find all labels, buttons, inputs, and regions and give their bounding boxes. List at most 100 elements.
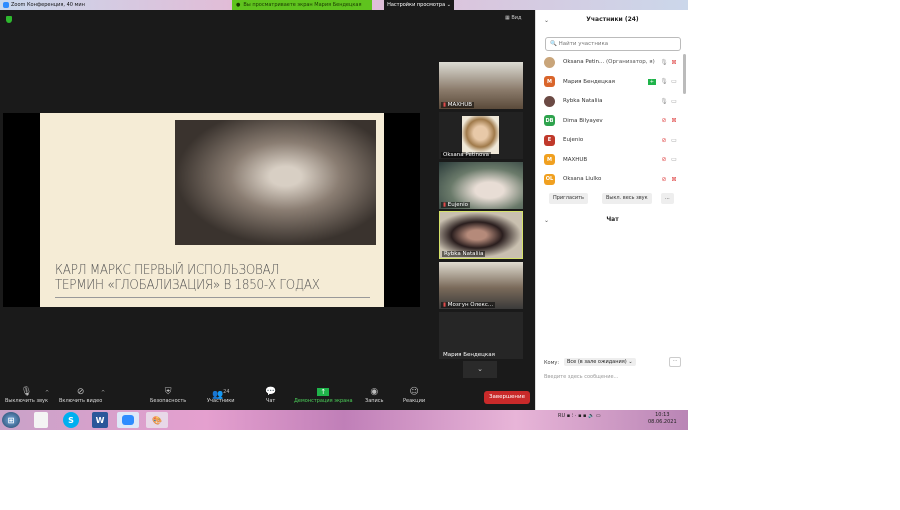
camera-off-icon[interactable]: ⊠ <box>669 176 679 183</box>
sharing-banner-text: Вы просматриваете экран Мария Бендецкая <box>243 2 362 8</box>
mute-button[interactable]: 🎙 Выключить звук <box>5 387 48 404</box>
file-icon[interactable] <box>34 412 48 428</box>
share-screen-icon: ↑ <box>294 387 353 398</box>
view-options-button[interactable]: Настройки просмотра ⌄ <box>384 0 454 10</box>
microphone-icon: 🎙 <box>20 387 33 397</box>
participant-photo <box>462 116 499 154</box>
participant-name: Oksana Petin... (Организатор, я) <box>563 59 655 65</box>
mute-all-button[interactable]: Выкл. весь звук <box>602 193 652 204</box>
video-options-caret[interactable]: ^ <box>101 390 105 396</box>
camera-icon[interactable]: ▭ <box>669 137 679 144</box>
thumbnail-name: Oksana Petinova <box>441 152 492 158</box>
zoom-taskbar-icon[interactable] <box>117 412 139 428</box>
participant-name: MAXHUB <box>563 156 588 163</box>
zoom-icon <box>3 2 9 8</box>
end-meeting-button[interactable]: Завершение <box>484 391 530 404</box>
participants-scrollbar[interactable] <box>683 54 686 94</box>
view-button[interactable]: ▦ Вид <box>505 15 521 21</box>
video-thumbnail[interactable]: ▮ Eujenio <box>439 162 523 209</box>
shield-small-icon: ● <box>236 2 241 8</box>
clock-date: 08.06.2021 <box>648 419 677 425</box>
encryption-shield-icon[interactable] <box>6 16 12 23</box>
participant-row[interactable]: OL Oksana Liulko ⊘ ⊠ <box>544 172 679 186</box>
camera-icon[interactable]: ▭ <box>669 78 679 85</box>
video-thumbnail-active-speaker[interactable]: Rybka Nataliia <box>439 211 523 259</box>
record-button[interactable]: ◉ Запись <box>365 387 383 404</box>
start-button-icon[interactable]: ⊞ <box>2 412 20 428</box>
sharing-screen-icon: + <box>647 78 656 85</box>
microphone-icon[interactable]: 🎙 <box>659 59 669 66</box>
video-thumbnail[interactable]: ▮ Мозгун Олекс... <box>439 262 523 309</box>
share-label: Демонстрация экрана <box>294 398 353 404</box>
microphone-muted-icon[interactable]: ⊘ <box>659 156 669 163</box>
microphone-icon[interactable]: 🎙 <box>659 78 669 85</box>
window-title: Zoom Конференция, 40 мин <box>11 2 85 8</box>
clock-time: 10:13 <box>655 412 670 418</box>
record-label: Запись <box>365 398 384 404</box>
chat-label: Чат <box>265 398 276 404</box>
camera-icon[interactable]: ▭ <box>669 98 679 105</box>
share-screen-button[interactable]: ↑ Демонстрация экрана <box>294 387 353 404</box>
chat-recipient-select[interactable]: Все (в зале ожидания) ⌄ <box>564 358 636 366</box>
participant-row[interactable]: Oksana Petin... (Организатор, я) 🎙 ⊠ <box>544 55 679 69</box>
security-label: Безопасность <box>150 398 187 404</box>
search-participant-input[interactable]: 🔍 Найти участника <box>545 37 681 51</box>
avatar: OL <box>544 173 555 185</box>
participant-row[interactable]: E Eujenio ⊘ ▭ <box>544 133 679 147</box>
participant-row[interactable]: M Мария Бендецкая + 🎙 ▭ <box>544 75 679 89</box>
slide-title: КАРЛ МАРКС ПЕРВЫЙ ИСПОЛЬЗОВАЛ ТЕРМИН «ГЛО… <box>55 263 349 293</box>
chat-to-label: Кому: <box>544 360 560 366</box>
video-thumbnail[interactable]: Мария Бендецкая <box>439 312 523 359</box>
microphone-muted-icon[interactable]: ⊘ <box>659 176 669 183</box>
microphone-muted-icon[interactable]: ⊘ <box>659 137 669 144</box>
scroll-down-chevron-icon[interactable]: ⌄ <box>463 361 497 378</box>
mute-label: Выключить звук <box>5 398 49 404</box>
skype-icon[interactable]: S <box>63 412 79 428</box>
invite-button[interactable]: Пригласить <box>549 193 588 204</box>
video-label: Включить видео <box>59 398 103 404</box>
paint-icon[interactable]: 🎨 <box>146 412 168 428</box>
video-off-icon: ⊘ <box>76 387 85 397</box>
language-indicator[interactable]: RU <box>558 413 565 419</box>
start-video-button[interactable]: ⊘ Включить видео <box>59 387 102 404</box>
avatar: M <box>544 76 555 87</box>
participant-name: Oksana Liulko <box>563 176 602 182</box>
search-placeholder: Найти участника <box>558 41 609 47</box>
participants-button[interactable]: 👥24 Участники <box>207 387 235 404</box>
participant-name: Dima Bilyayev <box>563 117 603 124</box>
microphone-icon[interactable]: 🎙 <box>659 98 669 105</box>
participant-row[interactable]: DB Dima Bilyayev ⊘ ⊠ <box>544 114 679 128</box>
camera-off-icon[interactable]: ⊠ <box>669 59 679 66</box>
reactions-label: Реакции <box>403 398 426 404</box>
avatar <box>544 95 555 107</box>
avatar: M <box>544 154 555 165</box>
avatar <box>544 56 555 68</box>
word-icon[interactable]: W <box>92 412 108 428</box>
reactions-button[interactable]: ☺ Реакции <box>403 387 425 404</box>
chat-icon: 💬 <box>265 387 277 397</box>
thumbnail-name: ▮ Eujenio <box>441 202 471 208</box>
chat-more-button[interactable]: ··· <box>669 357 681 367</box>
participant-row[interactable]: M MAXHUB ⊘ ▭ <box>544 153 679 167</box>
participants-panel: ⌄ Участники (24) 🔍 Найти участника Oksan… <box>535 10 688 410</box>
participant-row[interactable]: Rybka Nataliia 🎙 ▭ <box>544 94 679 108</box>
reaction-smiley-icon: ☺ <box>409 387 419 397</box>
video-thumbnail[interactable]: ▮ MAXHUB <box>439 62 523 109</box>
participant-name: Eujenio <box>563 137 584 143</box>
camera-off-icon[interactable]: ⊠ <box>669 117 679 124</box>
slide-underline <box>55 297 370 298</box>
microphone-muted-icon[interactable]: ⊘ <box>659 117 669 124</box>
shield-icon: ⛨ <box>164 387 172 397</box>
chat-message-input[interactable]: Введите здесь сообщение... <box>544 374 618 380</box>
video-thumbnail[interactable]: Oksana Petinova <box>439 112 523 159</box>
security-button[interactable]: ⛨ Безопасность <box>150 387 186 404</box>
recipient-value: Все (в зале ожидания) <box>567 359 627 365</box>
view-label: Вид <box>511 15 522 21</box>
clock[interactable]: 10:13 08.06.2021 <box>648 412 677 426</box>
chat-button[interactable]: 💬 Чат <box>265 387 276 404</box>
audio-options-caret[interactable]: ^ <box>45 390 49 396</box>
participants-label: Участники <box>207 398 235 404</box>
camera-icon[interactable]: ▭ <box>669 156 679 163</box>
more-options-button[interactable]: ... <box>661 193 674 204</box>
thumbnail-name: Мария Бендецкая <box>443 352 495 358</box>
